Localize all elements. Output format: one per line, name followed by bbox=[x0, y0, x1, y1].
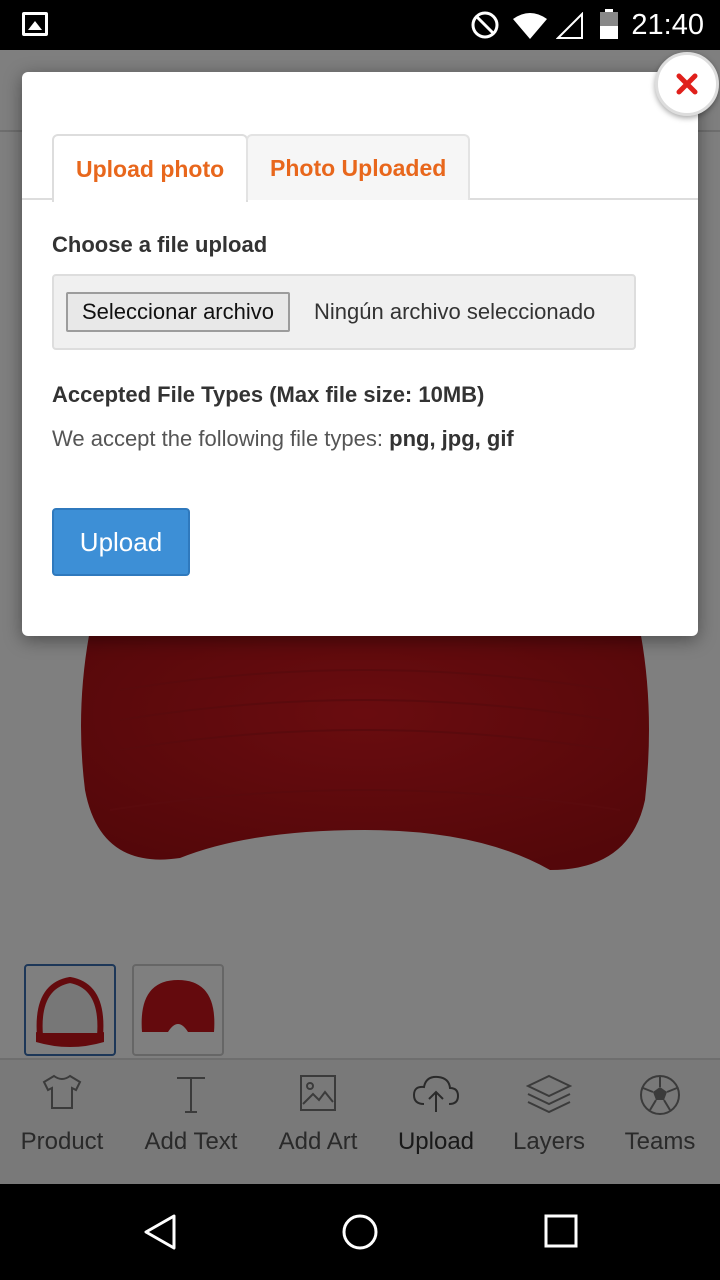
status-bar: 21:40 bbox=[0, 0, 720, 50]
upload-photo-modal: Upload photo Photo Uploaded Choose a fil… bbox=[22, 72, 698, 636]
modal-tabs: Upload photo Photo Uploaded bbox=[22, 134, 698, 202]
file-input: Seleccionar archivo Ningún archivo selec… bbox=[52, 274, 636, 350]
accepted-types-prefix: We accept the following file types: bbox=[52, 426, 383, 451]
wifi-icon bbox=[513, 13, 547, 39]
system-nav-bar bbox=[0, 1184, 720, 1280]
do-not-disturb-icon bbox=[471, 11, 499, 39]
section-title: Choose a file upload bbox=[52, 232, 268, 257]
upload-button[interactable]: Upload bbox=[52, 508, 190, 576]
recent-apps-icon[interactable] bbox=[542, 1212, 582, 1252]
status-time: 21:40 bbox=[631, 9, 704, 41]
back-icon[interactable] bbox=[140, 1212, 180, 1252]
choose-file-button[interactable]: Seleccionar archivo bbox=[66, 292, 290, 332]
accepted-types-list: png, jpg, gif bbox=[389, 426, 514, 451]
tab-photo-uploaded[interactable]: Photo Uploaded bbox=[246, 134, 471, 200]
file-status-text: Ningún archivo seleccionado bbox=[314, 299, 596, 324]
close-modal-button[interactable] bbox=[655, 52, 719, 116]
signal-icon bbox=[556, 12, 583, 39]
accepted-types-title: Accepted File Types (Max file size: 10MB… bbox=[52, 382, 485, 407]
battery-icon bbox=[600, 9, 618, 39]
accepted-types-text: We accept the following file types: png,… bbox=[52, 426, 514, 452]
home-icon[interactable] bbox=[340, 1212, 380, 1252]
tab-upload-photo[interactable]: Upload photo bbox=[52, 134, 249, 202]
image-notification-icon bbox=[22, 12, 48, 36]
close-icon bbox=[676, 73, 698, 95]
